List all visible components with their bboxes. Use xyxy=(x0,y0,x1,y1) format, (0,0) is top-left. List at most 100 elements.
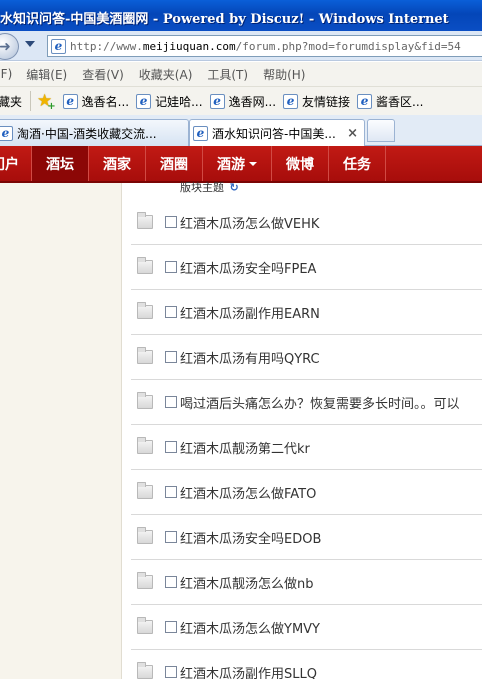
thread-title-link[interactable]: 红酒木瓜汤安全吗FPEA xyxy=(180,258,316,277)
favorite-item[interactable]: e 逸香名... xyxy=(62,93,129,110)
browser-tab-label: 淘酒·中国-酒类收藏交流... xyxy=(17,126,157,141)
select-checkbox[interactable] xyxy=(165,666,177,678)
refresh-icon[interactable]: ↻ xyxy=(230,181,239,194)
favorite-item[interactable]: e 酱香区... xyxy=(357,93,423,110)
back-button[interactable]: ➜ xyxy=(0,33,19,60)
nav-item-wine-house[interactable]: 酒家 xyxy=(89,146,146,181)
browser-tab-label: 酒水知识问答-中国美... xyxy=(212,127,336,141)
thread-title-link[interactable]: 喝过酒后头痛怎么办？恢复需要多长时间。。可以 xyxy=(180,393,460,412)
nav-item-wine-circle[interactable]: 酒圈 xyxy=(146,146,203,181)
address-bar[interactable]: e http://www. meijiuquan.com/forum.php?mo… xyxy=(47,35,482,57)
new-tab-button[interactable] xyxy=(367,119,395,142)
select-checkbox[interactable] xyxy=(165,396,177,408)
nav-item-label: 酒家 xyxy=(103,156,131,173)
favorites-bar: 藏夹 ★ + e 逸香名... e 记娃哈... e 逸香网... e 友情链接 … xyxy=(0,86,482,115)
table-row: 红酒木瓜靓汤第二代kr xyxy=(131,425,482,470)
select-checkbox[interactable] xyxy=(165,306,177,318)
navigation-toolbar: ➜ e http://www. meijiuquan.com/forum.php?… xyxy=(0,31,482,61)
browser-tab[interactable]: e 淘酒·中国-酒类收藏交流... xyxy=(0,119,189,146)
nav-item-forum[interactable]: 酒坛 xyxy=(32,146,89,181)
folder-icon xyxy=(137,437,153,454)
menu-file[interactable]: (F) xyxy=(0,67,12,81)
folder-icon xyxy=(137,572,153,589)
back-arrow-icon: ➜ xyxy=(0,38,11,55)
thread-title-link[interactable]: 红酒木瓜靓汤第二代kr xyxy=(180,438,310,457)
folder-icon xyxy=(137,347,153,364)
table-row: 红酒木瓜汤安全吗FPEA xyxy=(131,245,482,290)
ie-page-icon: e xyxy=(357,93,373,109)
nav-item-label: 门户 xyxy=(0,156,19,173)
thread-list-panel: 版块主题 ↻ 红酒木瓜汤怎么做VEHK 红酒木瓜汤安全吗FPEA 红酒木瓜汤副作用E… xyxy=(122,181,482,679)
favorites-separator xyxy=(30,91,32,111)
table-row: 红酒木瓜汤有用吗QYRC xyxy=(131,335,482,380)
thread-list: 红酒木瓜汤怎么做VEHK 红酒木瓜汤安全吗FPEA 红酒木瓜汤副作用EARN 红酒木瓜… xyxy=(131,200,482,679)
window-title-bar: 水知识问答-中国美酒圈网 - Powered by Discuz! - Wind… xyxy=(0,0,482,31)
nav-item-label: 酒游 xyxy=(217,156,245,173)
thread-title-link[interactable]: 红酒木瓜汤怎么做YMVY xyxy=(180,618,320,637)
close-tab-icon[interactable]: × xyxy=(347,126,358,141)
thread-title-link[interactable]: 红酒木瓜汤副作用EARN xyxy=(180,303,320,322)
nav-item-weibo[interactable]: 微博 xyxy=(272,146,329,181)
menu-view[interactable]: 查看(V) xyxy=(82,66,124,83)
nav-item-label: 任务 xyxy=(343,156,371,173)
ie-page-icon: e xyxy=(51,38,66,54)
menu-favorites[interactable]: 收藏夹(A) xyxy=(139,66,193,83)
table-row: 红酒木瓜靓汤怎么做nb xyxy=(131,560,482,605)
select-checkbox[interactable] xyxy=(165,261,177,273)
nav-item-portal[interactable]: 门户 xyxy=(0,146,32,181)
table-row: 红酒木瓜汤副作用EARN xyxy=(131,290,482,335)
menu-help[interactable]: 帮助(H) xyxy=(263,66,305,83)
ie-page-icon: e xyxy=(209,93,225,109)
favorite-item[interactable]: e 逸香网... xyxy=(209,93,276,110)
menu-tools[interactable]: 工具(T) xyxy=(207,66,248,83)
select-checkbox[interactable] xyxy=(165,531,177,543)
thread-list-header: 版块主题 ↻ xyxy=(180,179,239,195)
add-favorite-plus-icon: + xyxy=(47,100,56,112)
table-row: 红酒木瓜汤安全吗EDOB xyxy=(131,515,482,560)
favorites-label[interactable]: 藏夹 xyxy=(0,93,22,110)
select-checkbox[interactable] xyxy=(165,216,177,228)
nav-item-label: 酒圈 xyxy=(160,156,188,173)
folder-icon xyxy=(137,482,153,499)
favorite-item[interactable]: e 记娃哈... xyxy=(136,93,203,110)
menu-edit[interactable]: 编辑(E) xyxy=(26,66,67,83)
folder-icon xyxy=(137,527,153,544)
nav-item-label: 酒坛 xyxy=(46,156,74,173)
select-checkbox[interactable] xyxy=(165,441,177,453)
nav-item-tasks[interactable]: 任务 xyxy=(329,146,386,181)
tab-strip: e 淘酒·中国-酒类收藏交流... e 酒水知识问答-中国美... × xyxy=(0,115,482,147)
nav-item-label: 微博 xyxy=(286,156,314,173)
url-path: /forum.php?mod=forumdisplay&fid=54 xyxy=(235,39,461,53)
table-row: 喝过酒后头痛怎么办？恢复需要多长时间。。可以 xyxy=(131,380,482,425)
chevron-down-icon xyxy=(249,161,257,166)
favorite-item-label: 友情链接 xyxy=(302,94,351,109)
ie-page-icon: e xyxy=(193,126,208,141)
select-checkbox[interactable] xyxy=(165,351,177,363)
thread-title-link[interactable]: 红酒木瓜汤怎么做VEHK xyxy=(180,213,319,232)
folder-icon xyxy=(137,257,153,274)
url-host: meijiuquan.com xyxy=(142,39,236,53)
table-row: 红酒木瓜汤怎么做VEHK xyxy=(131,200,482,245)
thread-title-link[interactable]: 红酒木瓜汤副作用SLLQ xyxy=(180,663,317,679)
history-dropdown-icon[interactable] xyxy=(25,41,35,47)
select-checkbox[interactable] xyxy=(165,621,177,633)
left-sidebar xyxy=(0,183,121,679)
folder-icon xyxy=(137,392,153,409)
ie-page-icon: e xyxy=(136,93,152,109)
ie-page-icon: e xyxy=(0,125,13,141)
folder-icon xyxy=(137,662,153,679)
favorite-item-label: 记娃哈... xyxy=(155,94,203,109)
browser-tab-active[interactable]: e 酒水知识问答-中国美... × xyxy=(189,119,365,147)
folder-icon xyxy=(137,302,153,319)
thread-list-header-label[interactable]: 版块主题 xyxy=(180,181,224,194)
favorite-item[interactable]: e 友情链接 xyxy=(283,93,350,110)
table-row: 红酒木瓜汤怎么做YMVY xyxy=(131,605,482,650)
thread-title-link[interactable]: 红酒木瓜靓汤怎么做nb xyxy=(180,573,314,592)
select-checkbox[interactable] xyxy=(165,576,177,588)
thread-title-link[interactable]: 红酒木瓜汤安全吗EDOB xyxy=(180,528,321,547)
thread-title-link[interactable]: 红酒木瓜汤有用吗QYRC xyxy=(180,348,320,367)
table-row: 红酒木瓜汤怎么做FATO xyxy=(131,470,482,515)
select-checkbox[interactable] xyxy=(165,486,177,498)
thread-title-link[interactable]: 红酒木瓜汤怎么做FATO xyxy=(180,483,316,502)
nav-item-wine-travel[interactable]: 酒游 xyxy=(203,146,272,181)
